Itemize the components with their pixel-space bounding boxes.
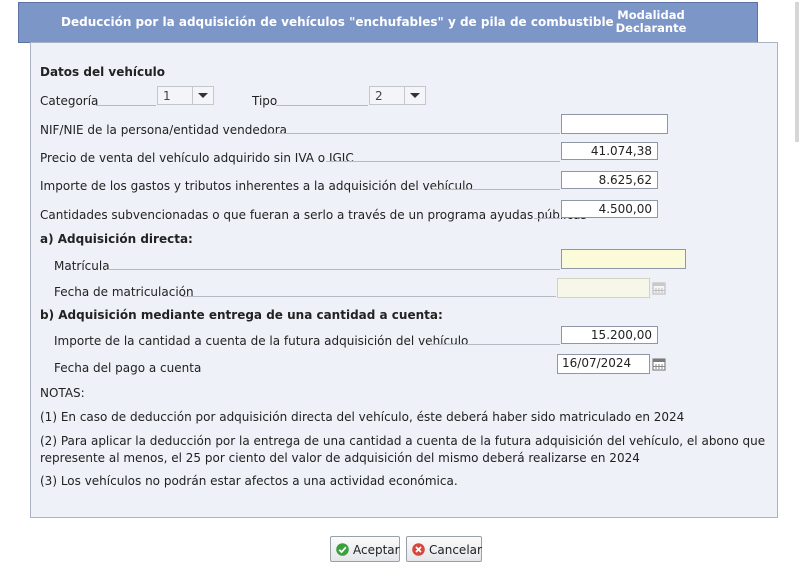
cancel-button-label: Cancelar (429, 543, 482, 557)
section-direct-title: a) Adquisición directa: (40, 232, 193, 246)
gastos-underline (432, 189, 560, 190)
fecha-pago-input[interactable]: 16/07/2024 (557, 354, 650, 374)
matricula-label: Matrícula (54, 259, 110, 273)
categoria-dropdown-button[interactable] (192, 87, 213, 104)
fecha-matriculacion-input[interactable] (557, 278, 650, 298)
scrollbar[interactable] (785, 2, 799, 142)
categoria-value: 1 (163, 89, 171, 103)
note-2-line-2: represente al menos, el 25 por ciento de… (40, 451, 640, 465)
tipo-label: Tipo (252, 94, 278, 108)
accept-button[interactable]: Aceptar (330, 536, 400, 562)
dialog-title: Deducción por la adquisición de vehículo… (61, 15, 614, 29)
nif-underline (266, 133, 560, 134)
subvencion-label: Cantidades subvencionadas o que fueran a… (40, 208, 587, 222)
fecha-pago-label: Fecha del pago a cuenta (54, 361, 202, 375)
categoria-label: Categoría (40, 94, 99, 108)
matricula-underline (106, 269, 560, 270)
matricula-input[interactable] (561, 249, 686, 269)
categoria-underline (96, 105, 156, 106)
subvencion-input[interactable]: 4.500,00 (561, 200, 658, 218)
section-advance-title: b) Adquisición mediante entrega de una c… (40, 308, 443, 322)
mode-label-line2: Declarante (615, 21, 687, 35)
nif-label: NIF/NIE de la persona/entidad vendedora (40, 123, 287, 137)
scrollbar-thumb[interactable] (795, 2, 799, 142)
importe-cuenta-input[interactable]: 15.200,00 (561, 326, 658, 344)
close-icon (412, 543, 425, 556)
note-1: (1) En caso de deducción por adquisición… (40, 410, 685, 424)
section-vehicle-title: Datos del vehículo (40, 65, 166, 79)
subvencion-underline (534, 218, 560, 219)
chevron-down-icon (198, 93, 208, 98)
accept-button-label: Aceptar (353, 543, 400, 557)
importe-cuenta-label: Importe de la cantidad a cuenta de la fu… (54, 334, 469, 348)
gastos-input[interactable]: 8.625,62 (561, 171, 658, 189)
tipo-select[interactable]: 2 (369, 86, 426, 105)
tipo-value: 2 (375, 89, 383, 103)
tipo-underline (276, 105, 368, 106)
tipo-dropdown-button[interactable] (404, 87, 425, 104)
fecha-matriculacion-label: Fecha de matriculación (54, 285, 194, 299)
note-3: (3) Los vehículos no podrán estar afecto… (40, 474, 458, 488)
mode-label: Modalidad Declarante (611, 9, 691, 35)
dialog-header: Deducción por la adquisición de vehículo… (18, 2, 758, 43)
precio-label: Precio de venta del vehículo adquirido s… (40, 151, 354, 165)
precio-input[interactable]: 41.074,38 (561, 142, 658, 160)
calendar-icon[interactable] (652, 281, 666, 295)
cancel-button[interactable]: Cancelar (406, 536, 482, 562)
notes-title: NOTAS: (40, 386, 85, 400)
importe-cuenta-underline (430, 344, 560, 345)
nif-input[interactable] (561, 114, 668, 134)
note-2-line-1: (2) Para aplicar la deducción por la ent… (40, 434, 766, 448)
categoria-select[interactable]: 1 (157, 86, 214, 105)
calendar-icon[interactable] (652, 357, 666, 371)
gastos-label: Importe de los gastos y tributos inheren… (40, 179, 473, 193)
check-icon (336, 543, 349, 556)
precio-underline (326, 161, 560, 162)
fecha-matriculacion-underline (182, 296, 556, 297)
chevron-down-icon (410, 93, 420, 98)
